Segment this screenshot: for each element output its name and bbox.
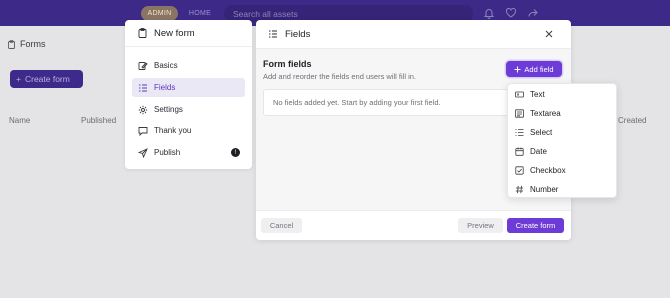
menu-item-label: Textarea xyxy=(530,109,561,118)
page-title: Forms xyxy=(7,39,46,49)
heart-icon[interactable] xyxy=(505,7,517,19)
step-basics[interactable]: Basics xyxy=(132,56,245,75)
add-field-label: Add field xyxy=(524,64,554,74)
list-icon xyxy=(139,84,147,91)
step-label: Settings xyxy=(154,105,183,114)
menu-item-number[interactable]: Number xyxy=(510,181,615,198)
cancel-button[interactable]: Cancel xyxy=(261,218,302,233)
text-field-icon xyxy=(515,91,524,98)
menu-item-label: Checkbox xyxy=(530,166,566,175)
dialog-title: Fields xyxy=(285,28,311,40)
clipboard-icon xyxy=(138,28,147,38)
create-form-button-background[interactable]: + Create form xyxy=(10,70,83,88)
column-name: Name xyxy=(9,116,31,125)
send-icon xyxy=(138,147,148,158)
section-subtitle: Add and reorder the fields end users wil… xyxy=(263,72,416,81)
home-tab[interactable]: HOME xyxy=(186,6,214,21)
menu-item-date[interactable]: Date xyxy=(510,143,615,160)
close-icon[interactable] xyxy=(544,29,554,39)
preview-button[interactable]: Preview xyxy=(458,218,503,233)
wizard-steps-panel: New form Basics Fields Settings Thank yo… xyxy=(125,20,252,169)
menu-item-textarea[interactable]: Textarea xyxy=(510,105,615,122)
field-type-menu: Text Textarea Select Date Checkbox Numbe… xyxy=(507,83,617,198)
step-publish[interactable]: Publish ! xyxy=(132,143,245,162)
dialog-footer: Cancel Preview Create form xyxy=(256,210,571,240)
list-settings-icon xyxy=(268,29,278,39)
gear-icon xyxy=(138,105,148,114)
menu-item-label: Select xyxy=(530,128,553,137)
menu-item-select[interactable]: Select xyxy=(510,124,615,141)
menu-item-text[interactable]: Text xyxy=(510,86,615,103)
select-list-icon xyxy=(515,129,524,136)
edit-icon xyxy=(138,61,148,70)
admin-tab[interactable]: ADMIN xyxy=(141,6,178,21)
step-fields[interactable]: Fields xyxy=(132,78,245,97)
section-title: Form fields xyxy=(263,59,312,69)
dialog-header: Fields xyxy=(256,20,571,49)
step-label: Fields xyxy=(154,83,176,92)
menu-item-label: Text xyxy=(530,90,545,99)
menu-item-checkbox[interactable]: Checkbox xyxy=(510,162,615,179)
column-created: Created xyxy=(618,116,647,125)
textarea-icon xyxy=(515,109,524,118)
message-icon xyxy=(138,126,148,136)
empty-fields-message: No fields added yet. Start by adding you… xyxy=(263,89,513,116)
plus-icon xyxy=(514,66,521,72)
wizard-title: New form xyxy=(154,27,195,39)
hash-icon xyxy=(515,185,524,194)
plus-icon: + xyxy=(16,74,21,84)
wizard-header: New form xyxy=(125,20,252,47)
column-published: Published xyxy=(81,116,117,125)
menu-item-label: Date xyxy=(530,147,547,156)
bell-icon[interactable] xyxy=(483,7,495,19)
page-title-text: Forms xyxy=(20,39,46,49)
checkbox-icon xyxy=(515,166,524,175)
menu-item-label: Number xyxy=(530,185,559,194)
clipboard-icon xyxy=(8,39,15,49)
step-settings[interactable]: Settings xyxy=(132,100,245,119)
step-thank-you[interactable]: Thank you xyxy=(132,121,245,140)
share-icon[interactable] xyxy=(527,7,539,19)
step-label: Thank you xyxy=(154,126,192,135)
calendar-icon xyxy=(515,147,524,156)
create-form-label: Create form xyxy=(24,74,70,84)
create-form-button[interactable]: Create form xyxy=(507,218,564,233)
step-label: Basics xyxy=(154,61,178,70)
add-field-button[interactable]: Add field xyxy=(506,61,562,77)
step-label: Publish xyxy=(154,148,181,157)
warning-badge: ! xyxy=(231,148,240,157)
